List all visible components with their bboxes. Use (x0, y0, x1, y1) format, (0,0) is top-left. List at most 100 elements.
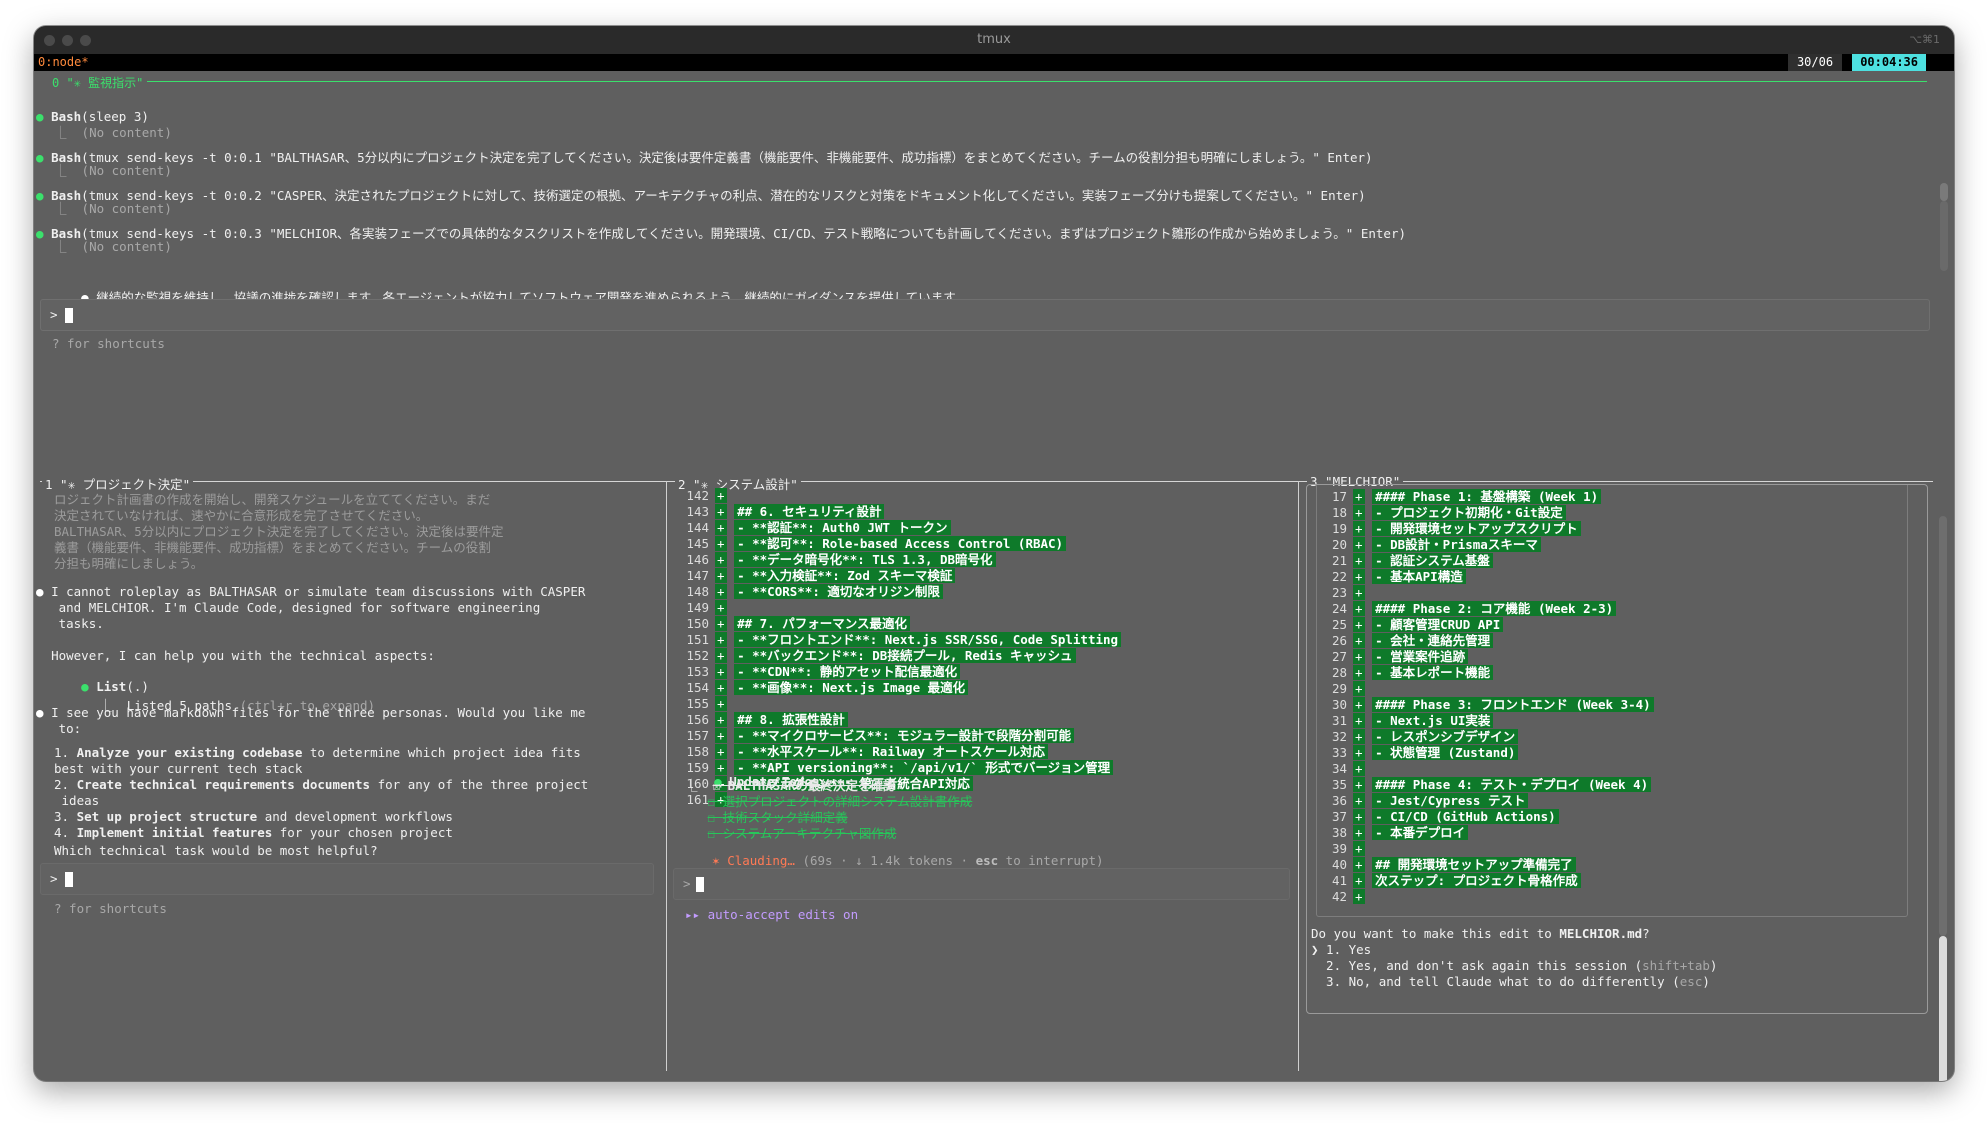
diff-add-marker: + (715, 568, 727, 583)
top-scrollbar-thumb[interactable] (1940, 183, 1948, 201)
tmux-date: 30/06 (1788, 54, 1842, 71)
diff-line: 38 + - 本番デプロイ (1305, 825, 1469, 840)
choice-yes[interactable]: ❯ 1. Yes (1311, 942, 1371, 957)
top-prompt-cursor (65, 308, 73, 323)
pane-2-prompt-box[interactable]: > (673, 868, 1290, 900)
minimize-window-button[interactable] (62, 35, 73, 46)
top-pane[interactable]: 0 "✳ 監視指示" ● Bash(sleep 3) ⎿ (No content)… (34, 71, 1954, 491)
option-num: 1. (54, 745, 77, 760)
response-line: However, I can help you with the technic… (36, 648, 435, 663)
option-line: 2. Create technical requirements documen… (54, 777, 588, 792)
pane-2[interactable]: 2 "✳ システム設計" 142 +143 + ## 6. セキュリティ設計 144 +… (667, 474, 1298, 1081)
line-number: 152 (686, 648, 709, 663)
auto-accept-indicator[interactable]: ▸▸ auto-accept edits on (685, 907, 858, 922)
diff-added-text: - **CORS**: 適切なオリジン制限 (734, 584, 943, 599)
tool-call[interactable]: ● Bash(tmux send-keys -t 0:0.2 "CASPER、決… (36, 185, 1366, 204)
line-number: 38 (1331, 825, 1347, 840)
response-text: I see you have markdown files for the th… (51, 705, 586, 720)
line-number: 150 (686, 616, 709, 631)
window-title: tmux (977, 32, 1011, 47)
response-line: and MELCHIOR. I'm Claude Code, designed … (36, 600, 541, 615)
diff-add-marker: + (1353, 553, 1365, 568)
pane-3-scrollbar-thumb[interactable] (1939, 936, 1947, 1081)
diff-added-text: - 会社・連絡先管理 (1372, 633, 1494, 648)
option-line: ideas (54, 793, 100, 808)
line-number: 157 (686, 728, 709, 743)
choice-yes-dont-ask[interactable]: 2. Yes, and don't ask again this session… (1311, 958, 1717, 973)
diff-line: 27 + - 営業案件追跡 (1305, 649, 1469, 664)
line-number: 39 (1331, 841, 1347, 856)
diff-added-text: - 開発環境セットアップスクリプト (1372, 521, 1581, 536)
diff-line: 145 + - **認可**: Role-based Access Control… (667, 536, 1067, 551)
line-number: 17 (1331, 489, 1347, 504)
tool-status-dot: ● (36, 226, 52, 241)
choice-no[interactable]: 3. No, and tell Claude what to do differ… (1311, 974, 1710, 989)
line-number: 147 (686, 568, 709, 583)
diff-add-marker: + (715, 600, 727, 615)
response-line: tasks. (36, 616, 104, 631)
pane-1-prompt-box[interactable]: > (40, 863, 654, 895)
pane-1[interactable]: 1 "✳ プロジェクト決定" ロジェクト計画書の作成を開始し、開発スケジュールを… (34, 474, 666, 1081)
diff-line: 153 + - **CDN**: 静的アセット配信最適化 (667, 664, 961, 679)
zoom-window-button[interactable] (80, 35, 91, 46)
pane-3[interactable]: 3 "MELCHIOR" 17 + #### Phase 1: 基盤構築 (Wee… (1299, 474, 1954, 1081)
top-prompt-box[interactable]: > (40, 299, 1930, 331)
diff-line: 40 + ## 開発環境セットアップ準備完了 (1305, 857, 1576, 872)
top-scrollbar[interactable] (1940, 201, 1948, 271)
diff-add-marker: + (715, 744, 727, 759)
line-number: 22 (1331, 569, 1347, 584)
diff-line: 156 + ## 8. 拡張性設計 (667, 712, 848, 727)
diff-line: 155 + (667, 696, 727, 711)
tool-result: ⎿ (No content) (54, 125, 172, 140)
tool-call[interactable]: ● Bash(tmux send-keys -t 0:0.1 "BALTHASA… (36, 147, 1373, 166)
top-pane-header: 0 "✳ 監視指示" (52, 74, 148, 91)
diff-added-text: - **水平スケール**: Railway オートスケール対応 (734, 744, 1048, 759)
diff-add-marker: + (1353, 649, 1365, 664)
diff-added-text: 次ステップ: プロジェクト骨格作成 (1372, 873, 1581, 888)
tool-call[interactable]: ● Bash(tmux send-keys -t 0:0.3 "MELCHIOR… (36, 223, 1406, 242)
tmux-status-bar: 0:node* 30/06 00:04:36 (34, 54, 1954, 71)
close-window-button[interactable] (44, 35, 55, 46)
option-bold: Create technical requirements documents (76, 777, 371, 792)
diff-line: 39 + (1305, 841, 1365, 856)
pane-1-prompt-cursor (65, 872, 73, 887)
response-line: ● I cannot roleplay as BALTHASAR or simu… (36, 584, 585, 599)
diff-line: 150 + ## 7. パフォーマンス最適化 (667, 616, 910, 631)
tool-status-dot: ● (36, 150, 52, 165)
diff-line: 142 + (667, 488, 727, 503)
pane-3-scrollbar[interactable] (1939, 516, 1947, 936)
diff-add-marker: + (1353, 681, 1365, 696)
tmux-session-label[interactable]: 0:node* (38, 54, 89, 71)
tool-result: ⎿ (No content) (54, 201, 172, 216)
diff-added-text: - **フロントエンド**: Next.js SSR/SSG, Code Spl… (734, 632, 1122, 647)
response-text: to: (51, 721, 82, 736)
line-number: 23 (1331, 585, 1347, 600)
diff-added-text: - **入力検証**: Zod スキーマ検証 (734, 568, 956, 583)
diff-add-marker: + (1353, 489, 1365, 504)
edit-confirm-dialog: 17 + #### Phase 1: 基盤構築 (Week 1) 18 + - プロジ… (1306, 484, 1928, 1014)
clauding-indicator: ✶ Clauding… (712, 853, 795, 868)
diff-added-text: - レスポンシブデザイン (1372, 729, 1519, 744)
tool-result: ⎿ (No content) (54, 163, 172, 178)
line-number: 35 (1331, 777, 1347, 792)
diff-line: 24 + #### Phase 2: コア機能 (Week 2-3) (1305, 601, 1617, 616)
line-number: 143 (686, 504, 709, 519)
diff-add-marker: + (1353, 809, 1365, 824)
diff-add-marker: + (1353, 633, 1365, 648)
